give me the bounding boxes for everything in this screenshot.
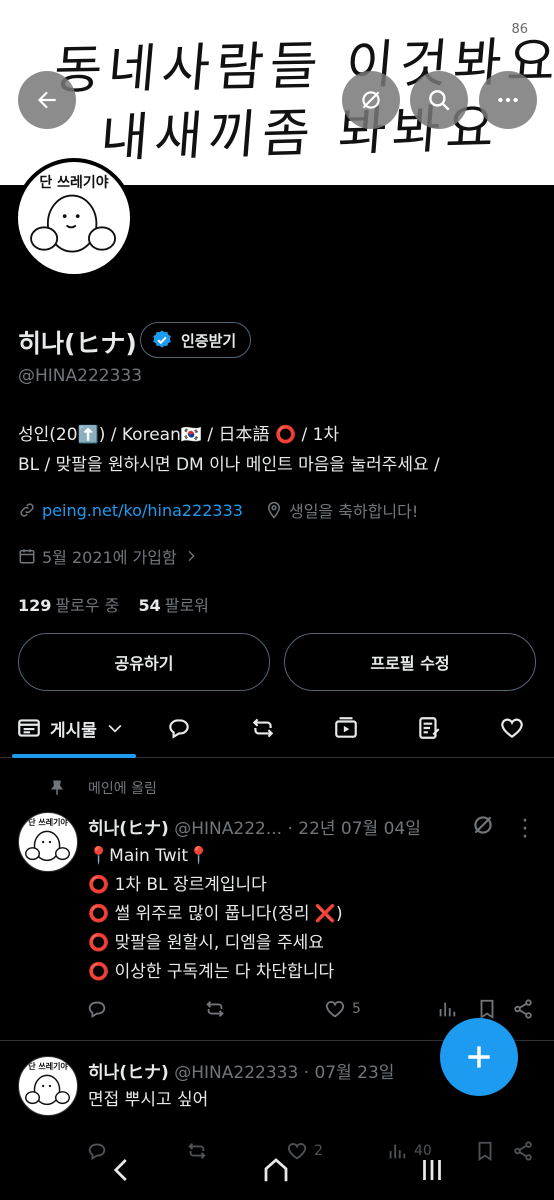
tweet-header: 히나(ヒナ) @HINA222... · 22년 07월 04일: [88, 814, 421, 839]
tweet-line: ⭕ 맞팔을 원할시, 디엠을 주세요: [88, 933, 324, 953]
heart-icon: [501, 718, 523, 738]
search-button[interactable]: [410, 71, 468, 129]
pin-icon: [51, 780, 63, 795]
edit-profile-button[interactable]: 프로필 수정: [284, 633, 536, 691]
heart-icon: [325, 1001, 345, 1018]
system-back-button[interactable]: [102, 1150, 142, 1190]
article-icon: [419, 717, 440, 739]
reply-button[interactable]: [86, 998, 108, 1020]
tab-posts[interactable]: 게시물: [16, 700, 125, 756]
tweet-line: 📍Main Twit📍: [88, 846, 210, 866]
chevron-right-icon: [188, 550, 195, 562]
tweet-avatar-drawing: [25, 830, 70, 862]
profile-handle: @HINA222333: [18, 366, 143, 386]
home-icon: [264, 1158, 288, 1182]
system-recents-button[interactable]: [412, 1150, 452, 1190]
profile-name: 히나(ヒナ): [18, 329, 137, 358]
repost-icon: [206, 1001, 224, 1017]
grok-icon[interactable]: [470, 812, 496, 838]
tweet-handle-date: @HINA222333 · 07월 23일: [174, 1063, 395, 1083]
tweet-avatar[interactable]: 단 쓰레기야: [18, 812, 78, 872]
get-verified-button[interactable]: 인증받기: [140, 322, 252, 358]
pinned-label: 메인에 올림: [48, 778, 157, 798]
tweet-text: 📍Main Twit📍 ⭕ 1차 BL 장르계입니다 ⭕ 썰 위주로 많이 풉니…: [88, 842, 343, 987]
repost-icon: [252, 718, 274, 738]
tab-reposts[interactable]: [250, 700, 276, 756]
tweet-header: 히나(ヒナ) @HINA222333 · 07월 23일: [88, 1058, 394, 1083]
system-home-button[interactable]: [256, 1150, 296, 1190]
tab-replies[interactable]: [166, 700, 192, 756]
like-button[interactable]: 5: [324, 998, 361, 1020]
grok-button[interactable]: [342, 71, 400, 129]
grok-icon: [362, 91, 380, 109]
tab-posts-label: 게시물: [50, 720, 97, 741]
profile-bio: 성인(20⬆️) / Korean🇰🇷 / 日本語 ⭕ / 1차 BL / 맞팔…: [18, 420, 538, 480]
status-number: 86: [511, 22, 528, 37]
tweet-avatar[interactable]: 단 쓰레기야: [18, 1056, 78, 1116]
tweet-handle-date: @HINA222... · 22년 07월 04일: [174, 819, 421, 839]
reply-icon: [88, 1001, 106, 1018]
more-icon: [498, 97, 518, 103]
share-icon: [514, 999, 532, 1019]
reply-icon: [169, 719, 189, 739]
profile-website-link[interactable]: peing.net/ko/hina222333: [42, 501, 243, 520]
followers-link[interactable]: 54 팔로워: [138, 596, 208, 615]
tweet-line: ⭕ 썰 위주로 많이 풉니다(정리 ❌): [88, 904, 343, 924]
follow-counts: 129 팔로우 중 54 팔로워: [18, 592, 209, 616]
back-arrow-icon: [37, 91, 56, 109]
like-count: 5: [352, 1001, 361, 1017]
tweet-line: ⭕ 이상한 구독계는 다 차단합니다: [88, 962, 335, 982]
more-button[interactable]: [479, 71, 537, 129]
media-icon: [335, 717, 357, 738]
share-profile-button[interactable]: 공유하기: [18, 633, 270, 691]
tweet-line: 면접 뿌시고 싶어: [88, 1090, 209, 1110]
bookmark-icon: [480, 999, 494, 1019]
tab-likes[interactable]: [499, 700, 525, 756]
recents-icon: [423, 1160, 441, 1180]
birthday-text: 생일을 축하합니다!: [288, 502, 419, 521]
following-label: 팔로우 중: [55, 596, 120, 615]
posts-icon: [18, 719, 40, 737]
get-verified-label: 인증받기: [181, 331, 237, 350]
chevron-down-icon: [108, 724, 122, 733]
tweet-author-name[interactable]: 히나(ヒナ): [88, 819, 169, 839]
tweet-more-icon[interactable]: · · ·: [515, 811, 535, 849]
pinned-text: 메인에 올림: [88, 781, 157, 797]
tweet-text: 면접 뿌시고 싶어: [88, 1086, 208, 1115]
joined-date: 5월 2021에 가입함: [42, 548, 177, 567]
bio-line-1: 성인(20⬆️) / Korean🇰🇷 / 日本語 ⭕ / 1차: [18, 425, 340, 445]
profile-tabs: 게시물: [0, 700, 554, 758]
avatar-drawing: [30, 194, 116, 253]
verified-badge-icon: [153, 330, 171, 348]
profile-banner[interactable]: 동네사람들 이것봐요 내새끼좀 봐봐요 86: [0, 0, 554, 185]
calendar-icon: [19, 549, 35, 564]
chevron-left-icon: [113, 1159, 127, 1181]
followers-label: 팔로워: [164, 596, 209, 615]
link-icon: [20, 503, 34, 517]
active-tab-indicator: [12, 754, 136, 758]
views-icon: [439, 1002, 456, 1017]
followers-count: 54: [138, 596, 161, 615]
following-link[interactable]: 129 팔로우 중: [18, 596, 119, 615]
compose-post-button[interactable]: [440, 1018, 518, 1096]
bio-line-2: BL / 맞팔을 원하시면 DM 이나 메인트 마음을 눌러주세요 /: [18, 455, 440, 475]
tweet-line: ⭕ 1차 BL 장르계입니다: [88, 875, 267, 895]
views-button[interactable]: [436, 998, 458, 1020]
tweet-author-name[interactable]: 히나(ヒナ): [88, 1063, 169, 1083]
profile-meta-row: peing.net/ko/hina222333 생일을 축하합니다!: [18, 498, 418, 522]
system-navigation-bar: [0, 1140, 554, 1200]
profile-avatar[interactable]: 단 쓰레기야: [14, 158, 134, 278]
bookmark-button[interactable]: [476, 998, 498, 1020]
repost-button[interactable]: [204, 998, 226, 1020]
tweet-avatar-drawing: [25, 1074, 70, 1106]
joined-row[interactable]: 5월 2021에 가입함: [18, 544, 199, 568]
plus-icon: [468, 1046, 490, 1068]
tab-media[interactable]: [333, 700, 359, 756]
back-button[interactable]: [18, 71, 76, 129]
location-pin-icon: [267, 501, 280, 519]
following-count: 129: [18, 596, 52, 615]
tab-articles[interactable]: [416, 700, 442, 756]
search-icon: [429, 90, 450, 111]
share-button[interactable]: [512, 998, 534, 1020]
